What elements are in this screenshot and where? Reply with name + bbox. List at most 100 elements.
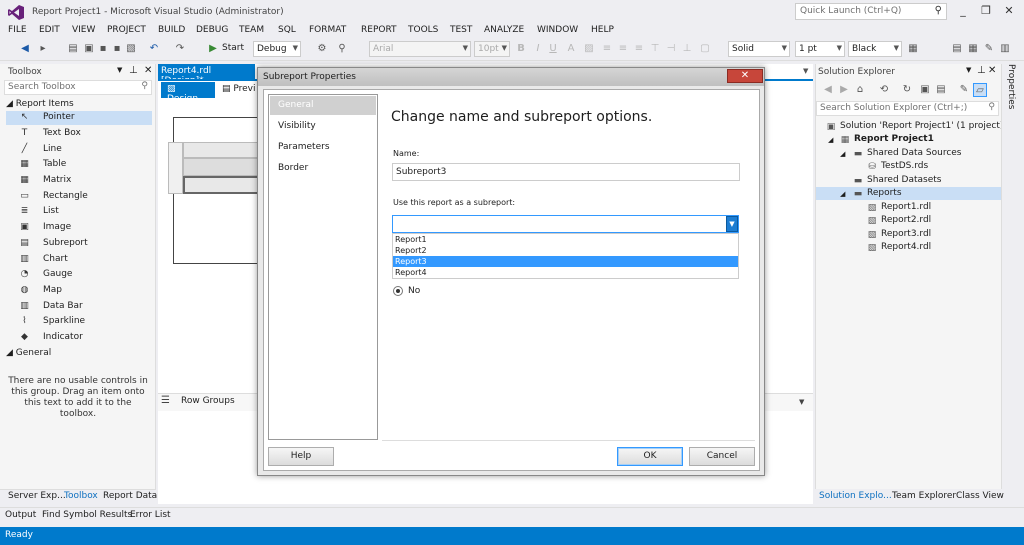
nav-visibility[interactable]: Visibility xyxy=(270,117,376,136)
home-icon[interactable]: ⌂ xyxy=(853,83,867,97)
close-icon[interactable]: ✕ xyxy=(988,65,996,76)
align-left-icon[interactable]: ≡ xyxy=(600,42,614,56)
menu-format[interactable]: FORMAT xyxy=(309,25,346,35)
menu-view[interactable]: VIEW xyxy=(72,25,95,35)
preview-tab[interactable]: ▤ Previ xyxy=(218,82,260,96)
tab-output[interactable]: Output xyxy=(5,510,36,520)
menu-report[interactable]: REPORT xyxy=(361,25,397,35)
row-handles[interactable] xyxy=(168,142,183,194)
tab-server-explorer[interactable]: Server Exp... xyxy=(8,491,66,501)
toolbox-item-map[interactable]: ◍ Map xyxy=(6,284,152,298)
italic-button[interactable]: I xyxy=(531,42,545,56)
name-input[interactable]: Subreport3 xyxy=(392,163,740,181)
tree-data-source[interactable]: ⛁ TestDS.rds xyxy=(867,161,928,174)
menu-tools[interactable]: TOOLS xyxy=(408,25,438,35)
save-icon[interactable]: ▪ xyxy=(96,42,110,56)
chevron-down-icon[interactable]: ▼ xyxy=(803,67,808,75)
toolbox-item-pointer[interactable]: ↖ Pointer xyxy=(6,111,152,125)
table-detail-row[interactable] xyxy=(183,158,268,176)
toolbox-item-indicator[interactable]: ◆ Indicator xyxy=(6,331,152,345)
back-icon[interactable]: ◀ xyxy=(821,83,835,97)
expand-triangle-icon[interactable]: ◢ xyxy=(828,136,833,144)
save-all-icon[interactable]: ▪ xyxy=(110,42,124,56)
group-general[interactable]: ◢ General xyxy=(6,348,51,358)
tree-solution[interactable]: ▣ Solution 'Report Project1' (1 project) xyxy=(826,121,1004,134)
design-tab[interactable]: ▧ Design xyxy=(161,82,215,104)
line-width-select[interactable]: 1 pt ▼ xyxy=(795,41,845,57)
nav-parameters[interactable]: Parameters xyxy=(270,138,376,157)
toolbox-item-databar[interactable]: ▥ Data Bar xyxy=(6,300,152,314)
toolbox-search-input[interactable]: Search Toolbox ⚲ xyxy=(4,80,152,95)
quick-launch-input[interactable]: Quick Launch (Ctrl+Q) ⚲ xyxy=(795,3,947,20)
attach-icon[interactable]: ⚙ xyxy=(315,42,329,56)
pin-icon[interactable]: ⊥ xyxy=(977,65,986,76)
report-table[interactable] xyxy=(168,142,268,194)
tab-team-explorer[interactable]: Team Explorer xyxy=(892,491,956,501)
dropdown-option-report4[interactable]: Report4 xyxy=(393,267,738,278)
menu-team[interactable]: TEAM xyxy=(239,25,264,35)
menu-window[interactable]: WINDOW xyxy=(537,25,578,35)
toolbox-item-chart[interactable]: ▥ Chart xyxy=(6,253,152,267)
bold-button[interactable]: B xyxy=(514,42,528,56)
new-item-icon[interactable]: ▣ xyxy=(82,42,96,56)
back-icon[interactable]: ◀ xyxy=(18,42,32,56)
nav-border[interactable]: Border xyxy=(270,159,376,178)
toolbox-item-matrix[interactable]: ▦ Matrix xyxy=(6,174,152,188)
tab-solution-explorer[interactable]: Solution Explo... xyxy=(819,491,892,501)
tab-class-view[interactable]: Class View xyxy=(956,491,1004,501)
toolbox-item-table[interactable]: ▦ Table xyxy=(6,158,152,172)
tree-report-file[interactable]: ▧ Report4.rdl xyxy=(867,242,931,255)
expand-triangle-icon[interactable]: ◢ xyxy=(840,190,845,198)
tree-report-file[interactable]: ▧ Report3.rdl xyxy=(867,229,931,242)
solution-search-input[interactable]: Search Solution Explorer (Ctrl+;) ⚲ xyxy=(816,101,999,116)
table-header-row[interactable] xyxy=(183,142,268,158)
menu-sql[interactable]: SQL xyxy=(278,25,296,35)
forward-icon[interactable]: ▶ xyxy=(837,83,851,97)
redo-icon[interactable]: ↷ xyxy=(173,42,187,56)
cancel-button[interactable]: Cancel xyxy=(689,447,755,466)
preview-selected-icon[interactable]: ▱ xyxy=(973,83,987,97)
show-all-icon[interactable]: ▤ xyxy=(934,83,948,97)
new-project-icon[interactable]: ▤ xyxy=(66,42,80,56)
document-tab[interactable]: Report4.rdl [Design]* xyxy=(158,64,255,86)
group-report-items[interactable]: ◢ Report Items xyxy=(6,99,74,109)
start-icon[interactable]: ▶ xyxy=(206,42,220,56)
report-icon[interactable]: ▤ xyxy=(950,42,964,56)
properties-side-label[interactable]: Properties xyxy=(1006,64,1016,109)
menu-build[interactable]: BUILD xyxy=(158,25,185,35)
pin-icon[interactable]: ⊥ xyxy=(129,65,138,76)
tree-reports-folder[interactable]: ▬ Reports xyxy=(853,188,902,201)
dropdown-option-report3[interactable]: Report3 xyxy=(393,256,738,267)
configuration-select[interactable]: Debug ▼ xyxy=(253,41,301,57)
toolbox-item-textbox[interactable]: T Text Box xyxy=(6,127,152,141)
refresh-icon[interactable]: ↻ xyxy=(900,83,914,97)
toolbox-item-gauge[interactable]: ◔ Gauge xyxy=(6,268,152,282)
line-style-select[interactable]: Solid ▼ xyxy=(728,41,790,57)
close-window-button[interactable]: ✕ xyxy=(998,2,1020,20)
forward-icon[interactable]: ▸ xyxy=(36,42,50,56)
dropdown-option-report1[interactable]: Report1 xyxy=(393,234,738,245)
toolbox-item-subreport[interactable]: ▤ Subreport xyxy=(6,237,152,251)
chevron-down-icon[interactable]: ▼ xyxy=(799,398,804,406)
toolbox-item-line[interactable]: ╱ Line xyxy=(6,143,152,157)
tree-project[interactable]: ▦ Report Project1 xyxy=(840,134,934,147)
find-icon[interactable]: ⚲ xyxy=(335,42,349,56)
expand-triangle-icon[interactable]: ◢ xyxy=(840,150,845,158)
align-center-icon[interactable]: ≡ xyxy=(616,42,630,56)
menu-file[interactable]: FILE xyxy=(8,25,27,35)
line-color-select[interactable]: Black ▼ xyxy=(848,41,902,57)
maximize-button[interactable]: ❐ xyxy=(975,2,997,20)
toolbox-item-list[interactable]: ≣ List xyxy=(6,205,152,219)
dropdown-icon[interactable]: ▼ xyxy=(117,66,122,74)
align-top-icon[interactable]: ⊤ xyxy=(648,42,662,56)
help-button[interactable]: Help xyxy=(268,447,334,466)
menu-edit[interactable]: EDIT xyxy=(39,25,60,35)
close-icon[interactable]: ✕ xyxy=(144,65,152,76)
tab-error-list[interactable]: Error List xyxy=(130,510,171,520)
background-color-icon[interactable]: ▨ xyxy=(582,42,596,56)
dialog-close-button[interactable]: ✕ xyxy=(727,69,763,83)
tree-report-file[interactable]: ▧ Report1.rdl xyxy=(867,202,931,215)
radio-button[interactable] xyxy=(393,286,403,296)
subreport-dropdown[interactable] xyxy=(392,215,739,233)
toolbox-empty-text[interactable]: There are no usable controls in this gro… xyxy=(8,376,148,420)
